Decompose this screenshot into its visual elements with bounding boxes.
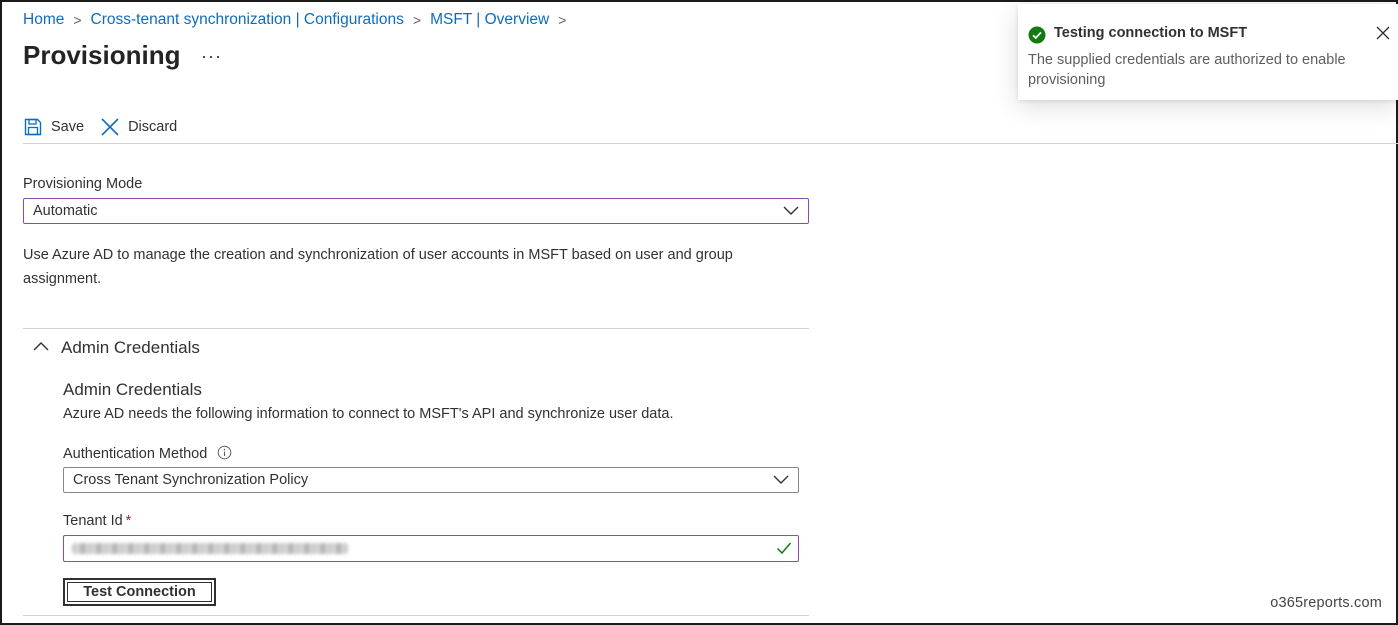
required-marker: * bbox=[125, 513, 132, 529]
command-bar: Save Discard bbox=[23, 110, 808, 144]
section-divider bbox=[23, 328, 809, 329]
breadcrumb-cross-tenant-sync[interactable]: Cross-tenant synchronization | Configura… bbox=[91, 11, 404, 29]
auth-method-dropdown[interactable]: Cross Tenant Synchronization Policy bbox=[63, 467, 799, 493]
admin-credentials-title: Admin Credentials bbox=[63, 380, 202, 399]
breadcrumb-msft-overview[interactable]: MSFT | Overview bbox=[430, 11, 549, 29]
save-button[interactable]: Save bbox=[23, 117, 84, 137]
chevron-up-icon bbox=[33, 338, 49, 358]
provisioning-mode-value: Automatic bbox=[33, 203, 98, 219]
auth-method-label-row: Authentication Method bbox=[63, 445, 232, 464]
provisioning-description: Use Azure AD to manage the creation and … bbox=[23, 247, 733, 287]
tenant-id-input[interactable] bbox=[63, 535, 799, 562]
page-title: Provisioning bbox=[23, 40, 181, 70]
watermark: o365reports.com bbox=[1270, 595, 1382, 611]
more-options-button[interactable]: ··· bbox=[201, 46, 222, 67]
save-icon bbox=[23, 117, 43, 137]
tenant-id-label-row: Tenant Id * bbox=[63, 513, 131, 529]
save-label: Save bbox=[51, 119, 85, 135]
provisioning-mode-label: Provisioning Mode bbox=[23, 176, 143, 192]
discard-label: Discard bbox=[128, 119, 178, 135]
chevron-down-icon bbox=[773, 474, 789, 490]
breadcrumb-separator: > bbox=[73, 12, 82, 28]
success-icon bbox=[1028, 26, 1046, 49]
info-icon[interactable] bbox=[217, 445, 232, 464]
close-icon[interactable] bbox=[1374, 24, 1392, 47]
auth-method-value: Cross Tenant Synchronization Policy bbox=[73, 472, 309, 488]
window-frame: Home > Cross-tenant synchronization | Co… bbox=[0, 0, 1398, 625]
admin-credentials-section-header[interactable]: Admin Credentials bbox=[33, 338, 200, 358]
section-header-label: Admin Credentials bbox=[61, 338, 200, 357]
tenant-id-label: Tenant Id bbox=[63, 513, 123, 529]
section-divider-bottom bbox=[23, 615, 809, 616]
breadcrumb-separator: > bbox=[412, 12, 422, 28]
close-icon bbox=[100, 117, 120, 137]
checkmark-icon bbox=[776, 541, 792, 560]
provisioning-mode-dropdown[interactable]: Automatic bbox=[23, 198, 809, 224]
chevron-down-icon bbox=[783, 205, 799, 221]
toast-title: Testing connection to MSFT bbox=[1054, 25, 1248, 41]
toast-message: The supplied credentials are authorized … bbox=[1028, 52, 1346, 88]
redacted-tenant-id bbox=[72, 543, 348, 554]
admin-credentials-description: Azure AD needs the following information… bbox=[63, 406, 674, 422]
test-connection-button[interactable]: Test Connection bbox=[63, 578, 216, 606]
breadcrumb-home[interactable]: Home bbox=[23, 11, 64, 29]
auth-method-label: Authentication Method bbox=[63, 446, 208, 462]
discard-button[interactable]: Discard bbox=[100, 117, 177, 137]
breadcrumb-separator: > bbox=[558, 12, 567, 28]
breadcrumb: Home > Cross-tenant synchronization | Co… bbox=[23, 11, 575, 29]
notification-toast: Testing connection to MSFT The supplied … bbox=[1018, 4, 1398, 100]
toolbar-divider bbox=[23, 143, 1398, 144]
